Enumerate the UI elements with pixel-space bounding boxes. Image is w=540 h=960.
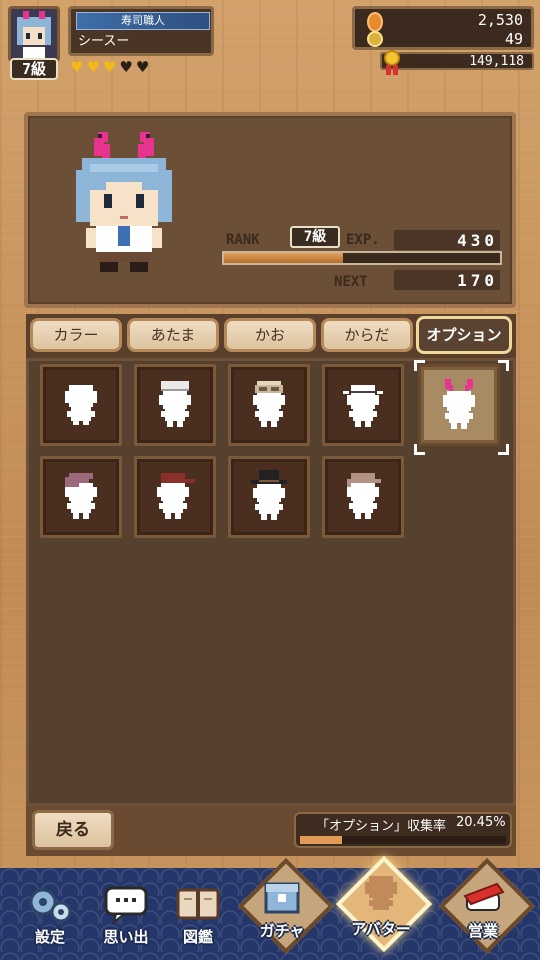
heart-icon: ♥ [135, 57, 150, 76]
medal-panel: 149,118 [380, 52, 534, 70]
nav-gacha[interactable]: ガチャ [237, 857, 335, 956]
collection-progress-bar [300, 836, 506, 844]
white-cap-figure-icon [159, 381, 191, 427]
item-slot[interactable] [134, 364, 216, 446]
beret-figure-icon [65, 473, 97, 519]
nav-label: ガチャ [259, 922, 305, 940]
tab-face[interactable]: かお [224, 318, 316, 352]
bunny-ribbon-figure-icon [443, 379, 475, 429]
nav-settings[interactable]: 設定 [12, 880, 88, 956]
item-slot[interactable] [228, 364, 310, 446]
item-slot[interactable] [40, 364, 122, 446]
gold-count: 49 [504, 30, 523, 48]
exp-progress-bar [222, 251, 502, 265]
exp-label: EXP. [346, 232, 380, 248]
collection-rate-label: 「オプション」収集率 [316, 819, 447, 834]
item-slot[interactable] [40, 456, 122, 538]
gold-coin-icon [367, 31, 383, 47]
level-badge: 7級 [10, 58, 58, 80]
player-name: シースー [78, 34, 130, 49]
tab-color[interactable]: カラー [30, 318, 122, 352]
medal-icon [383, 50, 401, 76]
selection-corner [414, 444, 425, 455]
rank-value: 7級 [290, 226, 340, 248]
nav-label: 思い出 [103, 928, 149, 946]
hunting-cap-figure-icon [347, 473, 381, 519]
nav-label: 設定 [34, 928, 65, 946]
nav-label: 図鑑 [182, 928, 213, 946]
top-hat-figure-icon [251, 470, 287, 520]
gears-icon [29, 888, 72, 923]
gacha-box-icon [264, 882, 300, 914]
tab-body[interactable]: からだ [321, 318, 413, 352]
item-slot[interactable] [322, 364, 404, 446]
stamina-hearts: ♥ ♥ ♥ ♥ ♥ [70, 58, 190, 76]
tab-head[interactable]: あたま [127, 318, 219, 352]
back-button[interactable]: 戻る [32, 810, 114, 850]
heart-icon: ♥ [70, 57, 84, 76]
tab-option[interactable]: オプション [416, 316, 512, 354]
heart-icon: ♥ [86, 57, 100, 76]
next-label: NEXT [334, 274, 368, 290]
blank-figure-icon [65, 385, 97, 425]
heart-icon: ♥ [119, 57, 133, 76]
nav-label: アバター [351, 920, 411, 938]
nav-encyclopedia[interactable]: 図鑑 [160, 880, 236, 956]
selection-corner [498, 444, 509, 455]
player-avatar[interactable] [8, 6, 60, 62]
headband-figure-icon [343, 385, 383, 427]
player-title: 寿司職人 [76, 12, 210, 30]
coin-count: 2,530 [477, 11, 523, 29]
currency-panel: 2,530 49 [352, 6, 534, 50]
next-value: 170 [394, 270, 500, 290]
item-slot-selected[interactable] [418, 364, 500, 446]
selection-corner [414, 360, 425, 371]
nav-memories[interactable]: 思い出 [88, 880, 164, 956]
nav-business[interactable]: 営業 [438, 857, 536, 956]
medal-count: 149,118 [469, 54, 524, 69]
exp-progress-fill [224, 253, 343, 263]
item-slot[interactable] [322, 456, 404, 538]
exp-value: 430 [394, 230, 500, 250]
heart-icon: ♥ [102, 57, 117, 76]
item-slot[interactable] [228, 456, 310, 538]
red-cap-figure-icon [157, 473, 195, 519]
selection-corner [498, 360, 509, 371]
goggles-figure-icon [253, 381, 285, 427]
rank-label: RANK [226, 232, 260, 248]
sushi-icon [463, 882, 505, 911]
book-icon [176, 888, 220, 920]
nav-avatar[interactable]: アバター [332, 855, 433, 956]
collection-rate-value: 20.45% [456, 815, 506, 830]
collection-progress-fill [300, 836, 343, 844]
item-slot[interactable] [134, 456, 216, 538]
nav-label: 営業 [467, 922, 498, 940]
coin-icon [367, 12, 383, 32]
chat-bubble-icon [104, 886, 148, 924]
character-sprite [68, 124, 180, 274]
avatar-icon [365, 876, 397, 910]
